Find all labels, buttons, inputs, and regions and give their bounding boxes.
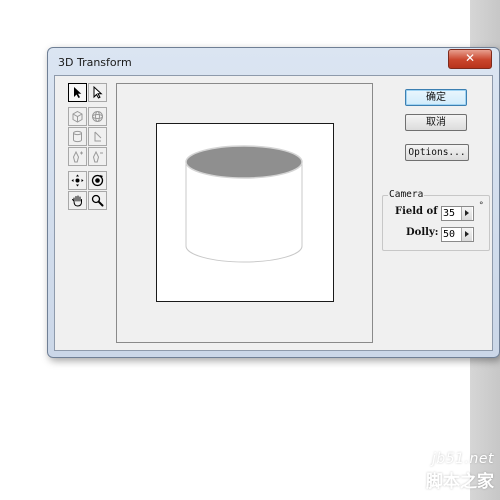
delete-anchor-icon (92, 150, 103, 163)
cube-tool[interactable] (68, 107, 87, 126)
cylinder-icon (73, 130, 82, 143)
trackball-tool[interactable] (88, 171, 107, 190)
watermark: jb51.net 脚本之家 (426, 451, 494, 492)
pan-camera-tool[interactable] (68, 171, 87, 190)
dialog-client: 确定 取消 Options... Camera Field of 35 ° Do… (54, 75, 493, 351)
delete-anchor-tool[interactable] (88, 147, 107, 166)
window-title: 3D Transform (58, 56, 132, 69)
pan-camera-icon (71, 174, 84, 187)
field-of-view-arrow-icon[interactable] (461, 207, 472, 220)
sphere-tool[interactable] (88, 107, 107, 126)
convert-anchor-icon (94, 131, 102, 142)
zoom-tool[interactable] (88, 191, 107, 210)
transform-dialog: 3D Transform ✕ 确定 取消 Options... Camera F… (47, 47, 500, 358)
hand-icon (72, 195, 82, 207)
cancel-button[interactable]: 取消 (405, 114, 467, 131)
preview-area[interactable] (116, 83, 373, 343)
convert-anchor-tool[interactable] (88, 127, 107, 146)
ok-button[interactable]: 确定 (405, 89, 467, 106)
selection-arrow-icon (74, 87, 82, 98)
watermark-url: jb51.net (431, 451, 494, 467)
watermark-site-name: 脚本之家 (426, 472, 494, 492)
tool-row-shapes (68, 127, 107, 146)
close-button[interactable]: ✕ (448, 49, 492, 69)
cube-icon (72, 110, 83, 123)
dolly-value[interactable]: 50 (442, 228, 461, 241)
camera-group-label: Camera (388, 189, 425, 200)
add-anchor-tool[interactable] (68, 147, 87, 166)
field-of-view-stepper[interactable]: 35 (441, 206, 474, 221)
options-button[interactable]: Options... (405, 144, 469, 161)
tool-row-primitives (68, 107, 107, 126)
tool-row-camera (68, 171, 107, 190)
add-anchor-icon (72, 150, 83, 163)
degree-unit: ° (479, 201, 484, 211)
close-icon: ✕ (464, 51, 476, 65)
camera-group: Camera Field of 35 ° Dolly: 50 (382, 189, 490, 251)
selection-tool[interactable] (68, 83, 87, 102)
tool-row-selection (68, 83, 107, 102)
hand-tool[interactable] (68, 191, 87, 210)
field-of-view-label: Field of (395, 206, 438, 217)
tool-row-view (68, 191, 107, 210)
sphere-icon (92, 111, 103, 122)
title-bar[interactable]: 3D Transform ✕ (48, 48, 499, 74)
cylinder-preview[interactable] (157, 124, 333, 301)
direct-selection-tool[interactable] (88, 83, 107, 102)
field-of-view-value[interactable]: 35 (442, 207, 461, 220)
cylinder-top-face (185, 145, 303, 179)
tool-row-anchors (68, 147, 107, 166)
dolly-arrow-icon[interactable] (461, 228, 472, 241)
direct-selection-arrow-icon (93, 86, 103, 99)
trackball-icon (91, 174, 104, 187)
preview-viewport[interactable] (156, 123, 334, 302)
dolly-stepper[interactable]: 50 (441, 227, 474, 242)
zoom-icon (91, 194, 104, 207)
dolly-label: Dolly: (406, 227, 439, 238)
cylinder-tool[interactable] (68, 127, 87, 146)
